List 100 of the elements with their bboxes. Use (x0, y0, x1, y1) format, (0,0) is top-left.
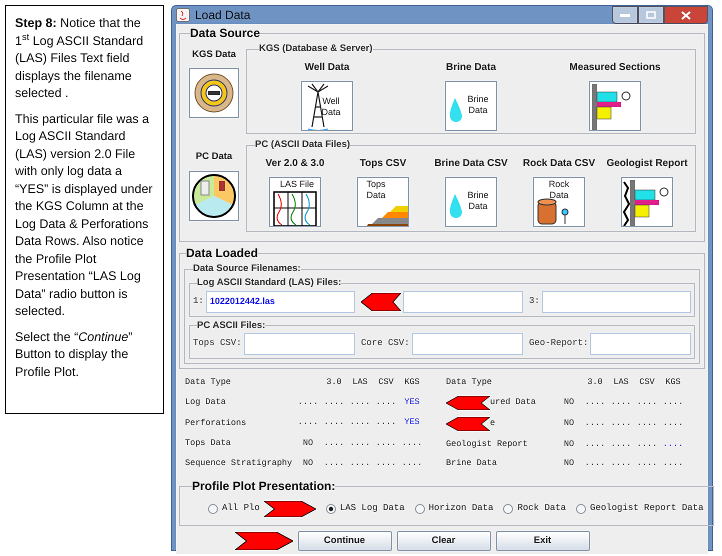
source-label: Well Data (304, 61, 350, 76)
source-label: PC Data (196, 150, 232, 164)
radio-button[interactable] (576, 504, 586, 514)
brine-source-button[interactable]: Brine Data (445, 81, 497, 132)
kgs-seal-button[interactable] (189, 68, 239, 118)
source-label: Brine Data (446, 61, 496, 76)
table-cell-text: .... (610, 416, 632, 430)
water-drop-icon (449, 97, 463, 124)
instruction-text: Select the “Continue” Button to display the Profile Plot. (15, 328, 134, 380)
table-cell-text: .... (636, 396, 658, 408)
table-cell-text: .... (610, 396, 632, 408)
file-name-field[interactable] (542, 290, 691, 312)
instruction-text: This particular file was a Log ASCII Standard (LAS) version 2.0 File with only log data a “YES” is displayed under the KGS Column at the Log Data & Perforations Data Rows. Also notice the Profile Plot Presentation “LAS Log Data” radio button is selected. (15, 110, 154, 320)
table-cell-text: .... (322, 436, 346, 450)
brine-source-button[interactable]: Brine Data (444, 177, 497, 228)
table-cell-text: YES (403, 396, 421, 409)
table-cell-text: .... (662, 416, 684, 430)
table-cell-text: .... (374, 396, 398, 409)
window-title: Load Data (195, 7, 250, 24)
group-title: KGS (Database & Server) (259, 42, 373, 56)
dialog-button[interactable]: Exit (496, 531, 590, 551)
well-source-button[interactable]: Well Data (301, 81, 353, 132)
row-label: Perforations (185, 416, 246, 430)
table-cell-text: NO (302, 436, 314, 450)
table-cell-text: NO (562, 457, 576, 470)
source-label: Measured Sections (569, 61, 661, 76)
report-source-button[interactable] (621, 177, 673, 228)
tops-source-button[interactable]: Tops Data (357, 177, 409, 228)
source-label: Ver 2.0 & 3.0 (266, 157, 324, 172)
table-cell-text: .... (374, 456, 398, 470)
group-title: PC ASCII Files: (197, 318, 266, 332)
radio-button[interactable] (414, 504, 425, 514)
source-label: Rock Data CSV (522, 157, 596, 172)
rock-strata-icon (591, 83, 632, 130)
file-name-field[interactable] (244, 332, 355, 355)
radio-button[interactable] (503, 504, 514, 514)
group-title: Data Source (190, 25, 260, 42)
field-label: Core CSV: (361, 337, 410, 350)
table-cell-text: .... (610, 457, 632, 470)
maximize-button[interactable] (638, 6, 664, 24)
field-label: 1: (193, 294, 204, 308)
source-label: Brine Data CSV (434, 157, 508, 172)
source-label: Tops CSV (360, 157, 406, 172)
radio-label: Geologist Report Data (590, 502, 704, 516)
log-curves-icon (273, 191, 317, 226)
radio-label: All Plo (222, 502, 260, 516)
source-label: KGS Data (192, 48, 236, 62)
table-cell-text: NO (562, 438, 576, 450)
table-cell-text: .... (584, 416, 606, 430)
file-name-field[interactable] (403, 290, 523, 312)
row-label: Sequence Stratigraphy (185, 457, 292, 470)
group-title: Profile Plot Presentation: (192, 478, 336, 495)
section-source-button[interactable] (589, 81, 641, 132)
column-header: LAS (612, 376, 630, 388)
radio-button[interactable] (326, 504, 336, 514)
table-cell-text: .... (322, 456, 346, 470)
layered-strata-icon (365, 205, 408, 226)
seal-icon (194, 73, 234, 114)
table-cell-text: .... (348, 396, 372, 409)
table-cell-text: YES (403, 416, 421, 430)
field-label: 3: (529, 294, 540, 308)
file-name-field[interactable] (590, 332, 691, 355)
table-cell-text: .... (348, 436, 372, 450)
table-cell-text: NO (562, 396, 576, 408)
minimize-button[interactable] (612, 6, 638, 24)
file-name-field[interactable]: 1022012442.las (206, 290, 355, 312)
table-cell-text: .... (296, 416, 320, 430)
pointer-arrow-icon (234, 532, 292, 550)
pointer-arrow-icon (446, 416, 490, 430)
column-header: LAS (351, 376, 369, 389)
column-header: 3.0 (325, 376, 343, 389)
group-title: Data Source Filenames: (193, 262, 301, 276)
table-cell-text: .... (662, 457, 684, 470)
table-cell-text: NO (302, 456, 314, 470)
table-cell-text: NO (562, 416, 576, 430)
table-cell-text: .... (584, 396, 606, 408)
radio-label: LAS Log Data (340, 502, 405, 516)
rock-source-button[interactable]: Rock Data (533, 177, 585, 228)
group-title: PC (ASCII Data Files) (255, 138, 350, 152)
minimize-icon (620, 14, 630, 16)
dialog-button[interactable]: Clear (396, 531, 490, 551)
radio-button[interactable] (208, 504, 218, 514)
file-name-field[interactable] (412, 332, 523, 355)
row-label: e (490, 417, 496, 430)
table-cell-text: .... (610, 438, 632, 450)
source-label: Geologist Report (606, 157, 688, 172)
pc-data-button[interactable] (189, 170, 239, 220)
dialog-button[interactable]: Continue (298, 531, 392, 551)
column-header: KGS (403, 376, 421, 389)
app-icon (176, 8, 190, 22)
column-header: CSV (638, 376, 656, 388)
pointer-arrow-icon (361, 292, 401, 310)
table-cell-text: .... (296, 396, 320, 409)
las-source-button[interactable]: LAS File (269, 177, 321, 228)
table-cell-text: .... (662, 438, 684, 450)
pie-chart-icon (191, 172, 237, 218)
table-cell-text: .... (636, 457, 658, 470)
close-button[interactable] (664, 6, 708, 24)
radio-label: Horizon Data (428, 502, 494, 516)
table-cell-text: .... (584, 457, 606, 470)
